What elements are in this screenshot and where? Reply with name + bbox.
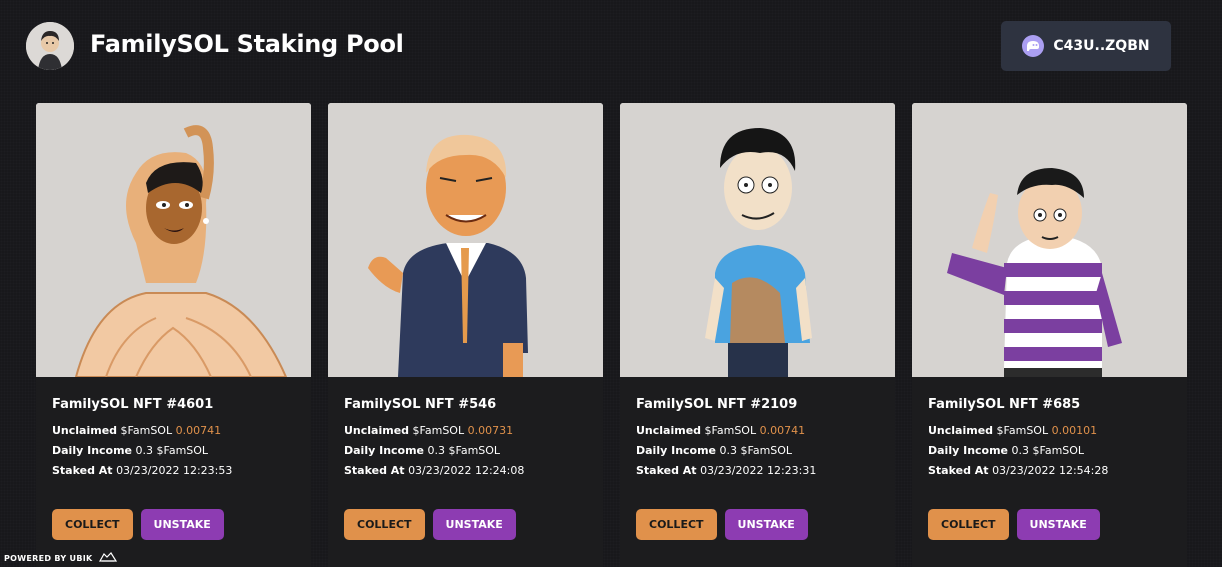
unclaimed-value: 0.00101 (1051, 424, 1098, 437)
staked-at-row: Staked At 03/23/2022 12:23:31 (636, 461, 885, 481)
unclaimed-label: Unclaimed (636, 424, 702, 437)
daily-income-row: Daily Income 0.3 $FamSOL (636, 441, 885, 461)
powered-by-link[interactable]: POWERED BY UBIK (4, 551, 118, 565)
powered-by-text: POWERED BY UBIK (4, 553, 93, 563)
unclaimed-row: Unclaimed $FamSOL 0.00741 (52, 421, 301, 441)
staked-at-label: Staked At (928, 464, 989, 477)
nft-name: FamilySOL NFT #546 (344, 397, 497, 412)
staked-at-value: 03/23/2022 12:23:31 (700, 464, 817, 477)
daily-income-value: 0.3 $FamSOL (719, 444, 793, 457)
collect-button[interactable]: COLLECT (928, 509, 1009, 540)
staked-at-label: Staked At (52, 464, 113, 477)
unclaimed-row: Unclaimed $FamSOL 0.00101 (928, 421, 1177, 441)
unclaimed-value: 0.00741 (175, 424, 222, 437)
unclaimed-currency: $FamSOL (996, 424, 1049, 437)
collect-button[interactable]: COLLECT (636, 509, 717, 540)
ubik-logo-icon (98, 551, 118, 565)
page-title: FamilySOL Staking Pool (90, 30, 404, 58)
staked-at-label: Staked At (344, 464, 405, 477)
nft-name: FamilySOL NFT #2109 (636, 397, 798, 412)
daily-income-label: Daily Income (636, 444, 717, 457)
nft-image (328, 103, 603, 377)
staked-at-value: 03/23/2022 12:54:28 (992, 464, 1109, 477)
daily-income-row: Daily Income 0.3 $FamSOL (344, 441, 593, 461)
nft-name: FamilySOL NFT #685 (928, 397, 1081, 412)
nft-image (912, 103, 1187, 377)
nft-name: FamilySOL NFT #4601 (52, 397, 214, 412)
unstake-button[interactable]: UNSTAKE (724, 509, 808, 540)
staked-at-row: Staked At 03/23/2022 12:24:08 (344, 461, 593, 481)
daily-income-label: Daily Income (928, 444, 1009, 457)
unclaimed-row: Unclaimed $FamSOL 0.00741 (636, 421, 885, 441)
nft-image (620, 103, 895, 377)
unclaimed-value: 0.00731 (467, 424, 514, 437)
daily-income-label: Daily Income (52, 444, 133, 457)
phantom-ghost-icon (1022, 35, 1045, 57)
wallet-address: C43U..ZQBN (1053, 38, 1150, 54)
unclaimed-currency: $FamSOL (704, 424, 757, 437)
unclaimed-label: Unclaimed (52, 424, 118, 437)
nft-image (36, 103, 311, 377)
avatar-logo (26, 22, 74, 70)
unclaimed-currency: $FamSOL (120, 424, 173, 437)
header: FamilySOL Staking Pool C43U..ZQBN (0, 0, 1222, 95)
staked-at-value: 03/23/2022 12:23:53 (116, 464, 233, 477)
unclaimed-label: Unclaimed (928, 424, 994, 437)
staked-at-value: 03/23/2022 12:24:08 (408, 464, 525, 477)
unstake-button[interactable]: UNSTAKE (140, 509, 224, 540)
unclaimed-value: 0.00741 (759, 424, 806, 437)
daily-income-label: Daily Income (344, 444, 425, 457)
daily-income-value: 0.3 $FamSOL (135, 444, 209, 457)
nft-card: FamilySOL NFT #2109 Unclaimed $FamSOL 0.… (620, 103, 895, 567)
daily-income-value: 0.3 $FamSOL (427, 444, 501, 457)
staked-at-row: Staked At 03/23/2022 12:54:28 (928, 461, 1177, 481)
nft-card: FamilySOL NFT #546 Unclaimed $FamSOL 0.0… (328, 103, 603, 567)
unclaimed-currency: $FamSOL (412, 424, 465, 437)
unstake-button[interactable]: UNSTAKE (1016, 509, 1100, 540)
daily-income-value: 0.3 $FamSOL (1011, 444, 1085, 457)
staked-at-row: Staked At 03/23/2022 12:23:53 (52, 461, 301, 481)
nft-card: FamilySOL NFT #4601 Unclaimed $FamSOL 0.… (36, 103, 311, 567)
staked-at-label: Staked At (636, 464, 697, 477)
unclaimed-row: Unclaimed $FamSOL 0.00731 (344, 421, 593, 441)
daily-income-row: Daily Income 0.3 $FamSOL (928, 441, 1177, 461)
nft-card: FamilySOL NFT #685 Unclaimed $FamSOL 0.0… (912, 103, 1187, 567)
unclaimed-label: Unclaimed (344, 424, 410, 437)
unstake-button[interactable]: UNSTAKE (432, 509, 516, 540)
wallet-button[interactable]: C43U..ZQBN (1001, 21, 1171, 71)
daily-income-row: Daily Income 0.3 $FamSOL (52, 441, 301, 461)
collect-button[interactable]: COLLECT (52, 509, 133, 540)
collect-button[interactable]: COLLECT (344, 509, 425, 540)
